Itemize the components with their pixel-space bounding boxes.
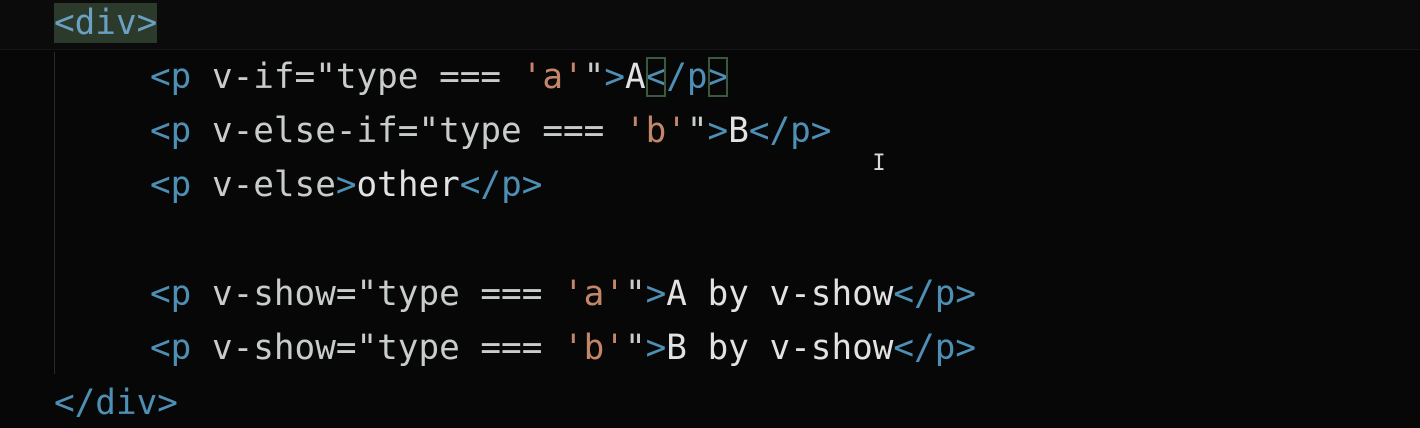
- code-line-4[interactable]: <p v-else>other</p>: [150, 162, 542, 208]
- attribute-quote: ": [583, 57, 605, 97]
- p-close-tag: </p>: [893, 274, 977, 314]
- string-literal: 'a': [521, 57, 584, 97]
- v-else-if-attribute: v-else-if="type ===: [191, 111, 625, 151]
- p-tag-open: <p: [150, 274, 192, 314]
- tag-gt: >: [335, 165, 357, 205]
- attribute-quote: ": [686, 111, 708, 151]
- matched-bracket-close: >: [707, 57, 729, 97]
- string-literal: 'b': [624, 111, 687, 151]
- p-tag-open: <p: [150, 111, 192, 151]
- editor-divider: [0, 49, 1420, 50]
- div-close-tag: </div>: [54, 383, 178, 423]
- tag-gt: >: [645, 274, 667, 314]
- code-line-8[interactable]: </div>: [54, 380, 178, 426]
- editor-highlight-band: [0, 0, 1420, 50]
- v-if-attribute: v-if="type ===: [191, 57, 522, 97]
- p-close-tag: </p>: [748, 111, 832, 151]
- element-content: B by v-show: [666, 328, 894, 368]
- p-tag-open: <p: [150, 328, 192, 368]
- v-else-attribute: v-else: [191, 165, 336, 205]
- element-content: other: [356, 165, 460, 205]
- p-close-tag: /p: [666, 57, 708, 97]
- code-line-3[interactable]: <p v-else-if="type === 'b'">B</p>: [150, 108, 831, 154]
- code-line-1[interactable]: <div>: [54, 0, 158, 46]
- string-literal: 'b': [563, 328, 625, 368]
- p-tag-open: <p: [150, 165, 192, 205]
- div-open-tag: <div>: [54, 3, 158, 43]
- text-cursor-icon: I: [872, 151, 886, 176]
- code-editor[interactable]: <div> <p v-if="type === 'a'">A</p> <p v-…: [0, 0, 1420, 428]
- p-tag-open: <p: [150, 57, 192, 97]
- v-show-attribute: v-show="type ===: [191, 328, 563, 368]
- element-content: A: [624, 57, 646, 97]
- code-line-7[interactable]: <p v-show="type === 'b'">B by v-show</p>: [150, 325, 976, 371]
- attribute-quote: ": [624, 328, 646, 368]
- p-close-tag: </p>: [893, 328, 977, 368]
- matched-bracket-open: <: [645, 57, 667, 97]
- attribute-quote: ": [624, 274, 646, 314]
- element-content: A by v-show: [666, 274, 894, 314]
- tag-gt: >: [707, 111, 729, 151]
- string-literal: 'a': [563, 274, 625, 314]
- indent-guide: [54, 52, 55, 374]
- code-line-2[interactable]: <p v-if="type === 'a'">A</p>: [150, 54, 729, 100]
- tag-gt: >: [645, 328, 667, 368]
- element-content: B: [728, 111, 749, 151]
- p-close-tag: </p>: [459, 165, 543, 205]
- code-line-6[interactable]: <p v-show="type === 'a'">A by v-show</p>: [150, 271, 976, 317]
- v-show-attribute: v-show="type ===: [191, 274, 563, 314]
- tag-gt: >: [604, 57, 625, 97]
